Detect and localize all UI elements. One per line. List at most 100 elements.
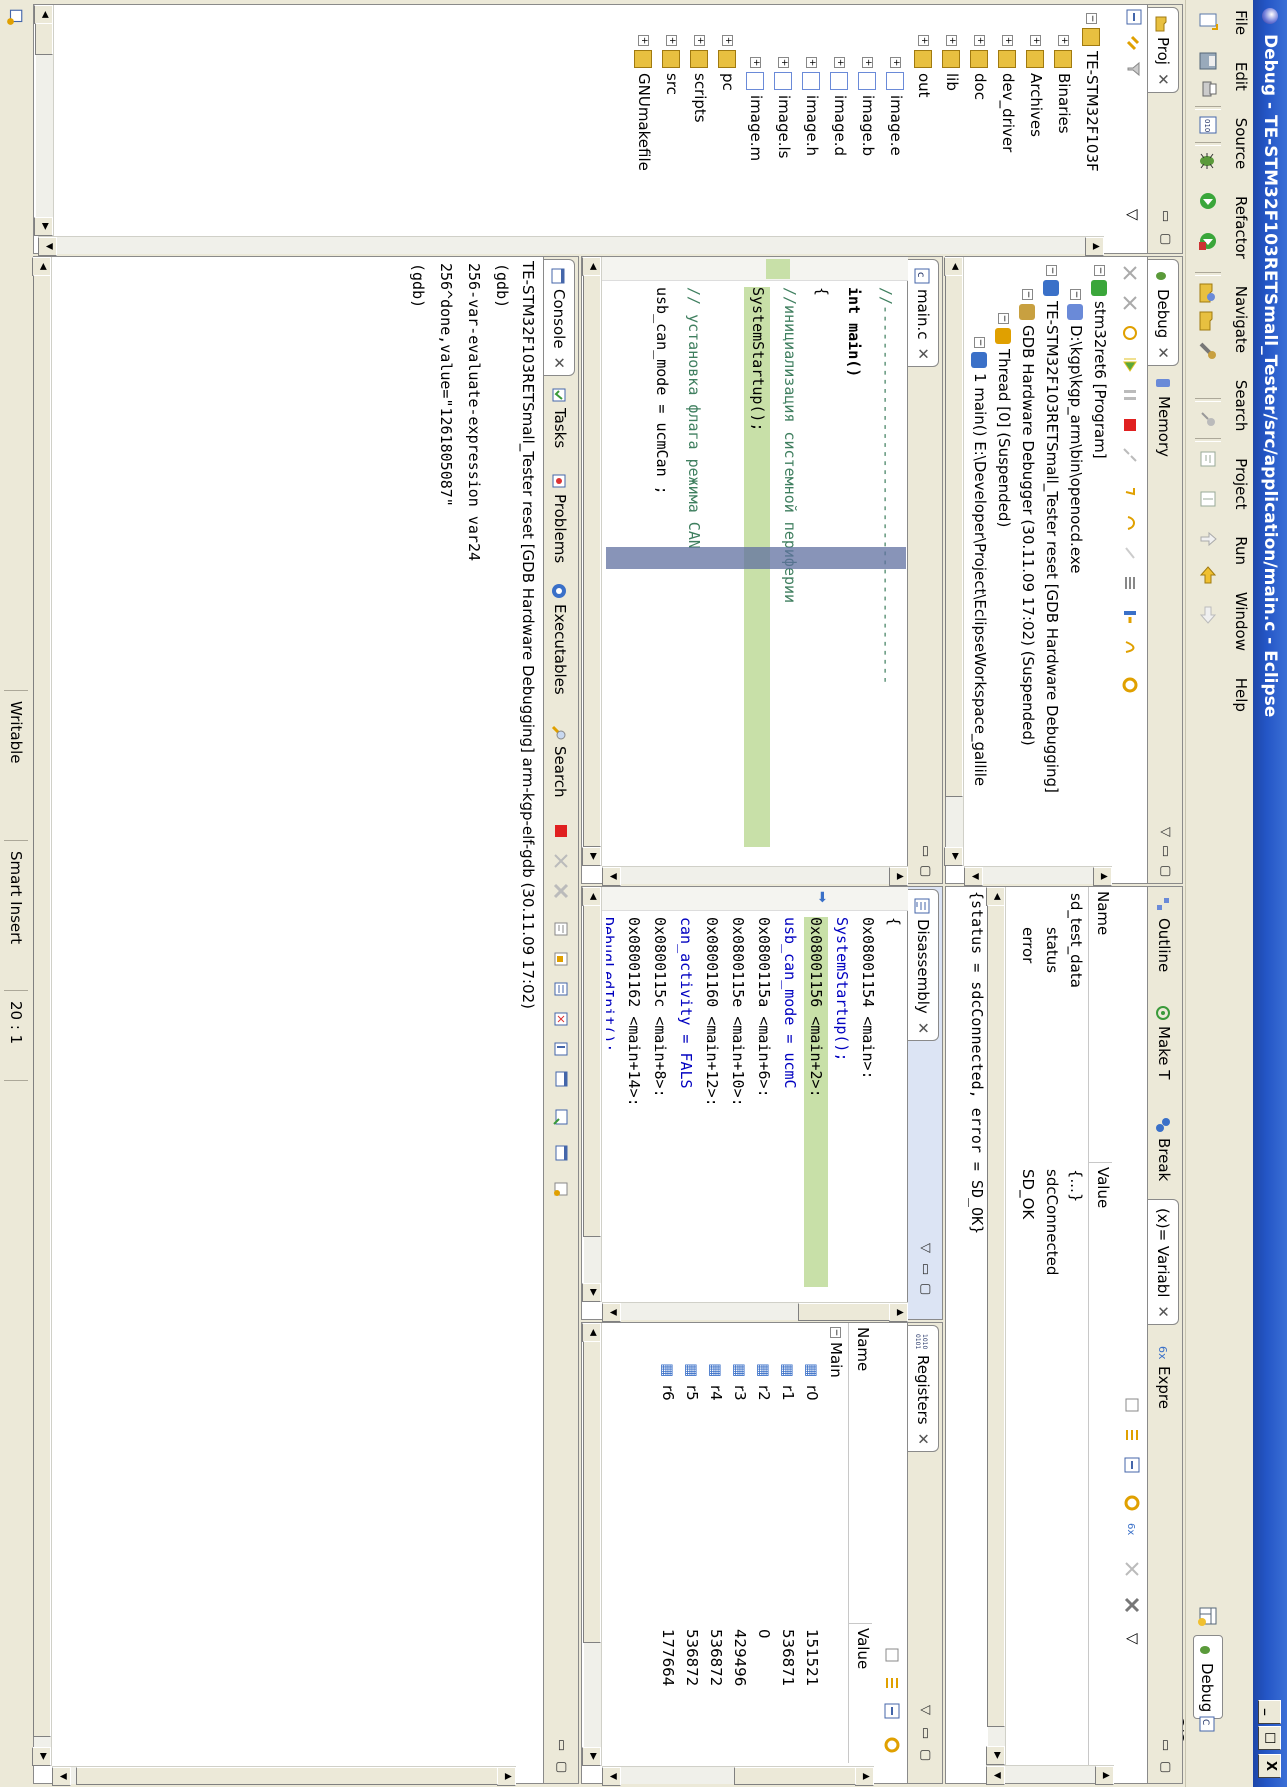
menu-edit[interactable]: Edit (1232, 62, 1250, 91)
tab-search[interactable]: Search (545, 717, 575, 804)
tree-item[interactable]: + out (912, 35, 936, 98)
pin-console-icon[interactable] (553, 1041, 569, 1057)
register-row[interactable]: ▦ r3 429496 (728, 1323, 752, 1763)
close-icon[interactable]: ✕ (1154, 73, 1172, 86)
instruction-step-icon[interactable] (1122, 609, 1138, 625)
console-menu-icon[interactable] (553, 1181, 569, 1197)
close-icon[interactable]: ✕ (914, 1433, 932, 1446)
menu-help[interactable]: Help (1232, 678, 1250, 712)
tab-disassembly[interactable]: Disassembly✕ (908, 889, 939, 1042)
register-row[interactable]: ▦ r6 177664 (656, 1323, 680, 1763)
variables-hscroll[interactable]: ◀ ▶ (986, 887, 1006, 1765)
expand-icon[interactable]: + (778, 57, 789, 68)
debug-tree-item[interactable]: − D:\kgp\kgp_arm\bin\openocd.exe (1064, 289, 1088, 573)
debug-hscroll[interactable]: ◀ ▶ (944, 257, 964, 866)
tab-memory[interactable]: Memory (1149, 367, 1179, 463)
expand-icon[interactable]: + (722, 35, 733, 46)
tree-item[interactable]: + Archives (1024, 35, 1048, 137)
resume-icon[interactable] (1122, 357, 1138, 373)
debug-tree-item[interactable]: − TE-STM32F103RETSmall_Tester reset [GDB … (1040, 265, 1064, 793)
menu-search[interactable]: Search (1232, 380, 1250, 432)
expand-icon[interactable]: + (666, 35, 677, 46)
show-stderr-icon[interactable] (553, 1011, 569, 1027)
expand-icon[interactable]: − (1046, 265, 1057, 276)
debug-tree-item[interactable]: −arm-kgp-elf-gdb (30.11.09 17:02) (964, 289, 968, 576)
external-tools-icon[interactable] (1197, 230, 1219, 252)
expand-icon[interactable]: − (1022, 289, 1033, 300)
close-button[interactable]: X (1258, 1754, 1281, 1778)
tree-item[interactable]: − TE-STM32F103F (1080, 13, 1104, 172)
code-editor[interactable]: //--------------------------------------… (606, 287, 906, 857)
tree-item[interactable]: + dev_driver (996, 35, 1020, 152)
tree-item[interactable]: + image.b (856, 57, 880, 156)
prev-annotation-icon[interactable] (1197, 528, 1219, 550)
expand-icon[interactable]: + (694, 35, 705, 46)
project-hscroll[interactable]: ◀ ▶ (34, 5, 54, 236)
register-group[interactable]: − Main (824, 1327, 848, 1378)
minimize-icon[interactable]: ▭ (918, 1263, 933, 1275)
tab-variables[interactable]: (x)= Variabl✕ (1148, 1199, 1179, 1325)
collapse-all-icon[interactable] (1127, 9, 1143, 25)
expand-icon[interactable]: − (1094, 265, 1105, 276)
close-icon[interactable]: ✕ (914, 348, 932, 361)
maximize-icon[interactable]: ▢ (918, 865, 933, 877)
tab-debug[interactable]: Debug✕ (1148, 259, 1179, 366)
tab-main-c[interactable]: c main.c✕ (908, 259, 939, 368)
tab-outline[interactable]: Outline (1149, 889, 1179, 978)
console-hscroll[interactable]: ◀ ▶ (32, 257, 52, 1766)
open-folder-icon[interactable] (1197, 310, 1219, 332)
expand-icon[interactable]: − (974, 337, 985, 348)
console-vscroll[interactable]: ▲ ▼ (52, 1766, 516, 1786)
show-stdout-icon[interactable] (553, 981, 569, 997)
console-output[interactable]: (gdb) 256-var-evaluate-expression var24 25… (74, 263, 514, 1743)
register-row[interactable]: ▦ r1 536871 (776, 1323, 800, 1763)
tree-item[interactable]: + image.ls (772, 57, 796, 158)
disassembly-text[interactable]: {0x08001154 <main>: SystemStartup(); 0x08… (606, 917, 906, 1287)
new-icon[interactable] (1197, 10, 1219, 32)
minimize-icon[interactable]: ▭ (554, 1739, 569, 1751)
register-row[interactable]: ▦ r5 536872 (680, 1323, 704, 1763)
expand-icon[interactable]: + (1002, 35, 1013, 46)
registers-hscroll[interactable]: ◀ ▶ (582, 1323, 602, 1766)
maximize-icon[interactable]: ▢ (1158, 1761, 1173, 1773)
run-icon[interactable] (1197, 190, 1219, 212)
save-icon[interactable] (1197, 50, 1219, 72)
debug-tree-item[interactable]: − Thread [0] (Suspended) (992, 313, 1016, 527)
filter-icon[interactable] (1127, 61, 1143, 77)
fast-view-icon[interactable] (6, 8, 24, 26)
refresh-icon[interactable] (884, 1737, 900, 1753)
remove-all-icon[interactable] (1124, 1597, 1140, 1613)
scroll-lock-icon[interactable] (553, 951, 569, 967)
debug-tree-item[interactable]: − GDB Hardware Debugger (30.11.09 17:02) … (1016, 289, 1040, 746)
refresh-icon[interactable] (1124, 1495, 1140, 1511)
remove-launch-icon[interactable] (553, 853, 569, 869)
registers-vscroll[interactable]: ▲ ▼ (602, 1766, 874, 1786)
tab-tasks[interactable]: Tasks (545, 379, 575, 454)
view-menu-icon[interactable]: ▽ (1124, 209, 1142, 221)
tree-item[interactable]: + Binaries (1052, 35, 1076, 134)
expand-icon[interactable]: + (918, 35, 929, 46)
tree-item[interactable]: + src (660, 35, 684, 95)
debug-vscroll[interactable]: ▲ ▼ (964, 866, 1112, 886)
variable-detail-pane[interactable]: {status = sdcConnected, error = SD_OK} (962, 891, 986, 1761)
logical-structure-icon[interactable] (884, 1675, 900, 1691)
tree-item[interactable]: + lib (940, 35, 964, 91)
expand-icon[interactable]: + (638, 35, 649, 46)
expand-icon[interactable]: + (890, 57, 901, 68)
tree-item[interactable]: + image.d (828, 57, 852, 156)
open-console-icon[interactable] (553, 1109, 569, 1125)
pin-icon[interactable] (1197, 408, 1219, 430)
expand-icon[interactable]: − (998, 313, 1009, 324)
remove-terminated-icon[interactable] (1122, 265, 1138, 281)
refresh-icon[interactable] (1122, 677, 1138, 693)
terminate-icon[interactable] (553, 823, 569, 839)
expand-icon[interactable]: + (1030, 35, 1041, 46)
disassembly-hscroll[interactable]: ◀ ▶ (582, 887, 602, 1302)
restart-icon[interactable] (1122, 325, 1138, 341)
view-menu-icon[interactable]: ▽ (918, 1705, 933, 1715)
maximize-icon[interactable]: ▢ (918, 1283, 933, 1295)
expand-icon[interactable]: − (1086, 13, 1097, 24)
close-icon[interactable]: ✕ (1154, 346, 1172, 359)
menu-run[interactable]: Run (1232, 536, 1250, 565)
expand-icon[interactable]: + (806, 57, 817, 68)
